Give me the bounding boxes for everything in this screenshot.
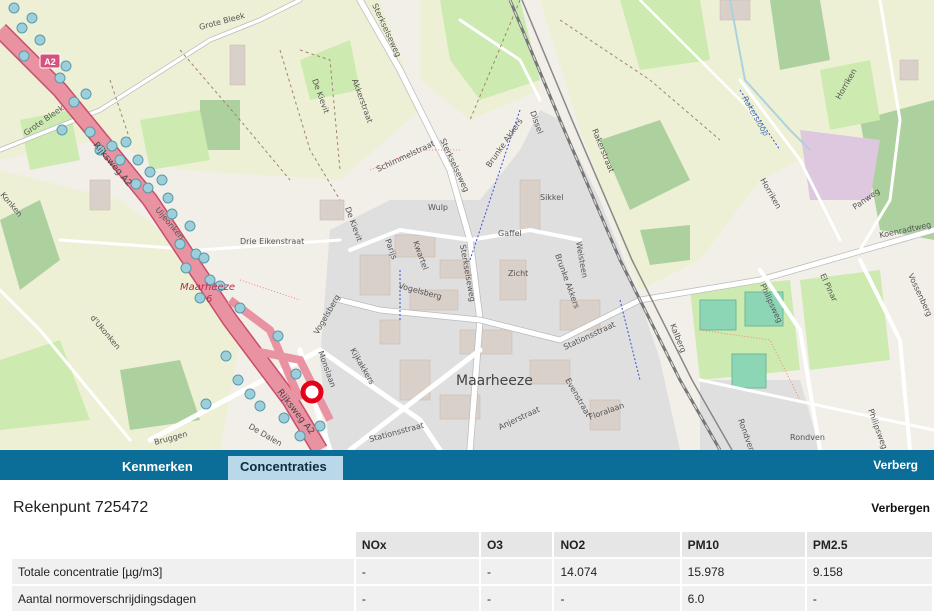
table-cell: - bbox=[480, 559, 553, 584]
row-label: Aantal normoverschrijdingsdagen bbox=[12, 586, 354, 611]
table-cell: - bbox=[480, 586, 553, 611]
table-cell: 15.978 bbox=[681, 559, 805, 584]
receptor-point[interactable] bbox=[144, 166, 156, 178]
hide-panel-toggle[interactable]: Verberg bbox=[873, 458, 918, 472]
receptor-point[interactable] bbox=[18, 50, 30, 62]
column-header bbox=[12, 532, 354, 557]
sports-field bbox=[800, 270, 890, 370]
receptor-point[interactable] bbox=[26, 12, 38, 24]
road-label: Zicht bbox=[508, 269, 528, 278]
table-cell: 9.158 bbox=[806, 559, 932, 584]
receptor-point[interactable] bbox=[184, 220, 196, 232]
column-header: O3 bbox=[480, 532, 553, 557]
table-cell: - bbox=[554, 586, 680, 611]
receptor-point[interactable] bbox=[120, 136, 132, 148]
receptor-point[interactable] bbox=[254, 400, 266, 412]
receptor-point[interactable] bbox=[68, 96, 80, 108]
road-label: Drie Eikenstraat bbox=[240, 237, 304, 246]
exit-number: 6 bbox=[206, 294, 212, 305]
receptor-point[interactable] bbox=[56, 124, 68, 136]
receptor-point[interactable] bbox=[54, 72, 66, 84]
receptor-point[interactable] bbox=[200, 398, 212, 410]
column-header: PM10 bbox=[681, 532, 805, 557]
pitch bbox=[731, 353, 767, 389]
meadow-area bbox=[140, 110, 210, 170]
selected-point-marker[interactable] bbox=[300, 380, 324, 404]
receptor-point[interactable] bbox=[132, 154, 144, 166]
pitch bbox=[699, 299, 737, 331]
receptor-point[interactable] bbox=[314, 420, 326, 432]
receptor-point[interactable] bbox=[8, 2, 20, 14]
town-label: Maarheeze bbox=[456, 373, 533, 389]
table-cell: - bbox=[806, 586, 932, 611]
concentration-table: NOx O3 NO2 PM10 PM2.5 Totale concentrati… bbox=[10, 530, 934, 613]
column-header: NO2 bbox=[554, 532, 680, 557]
receptor-point[interactable] bbox=[194, 292, 206, 304]
receptor-point[interactable] bbox=[84, 126, 96, 138]
row-label: Totale concentratie [µg/m3] bbox=[12, 559, 354, 584]
tab-concentraties[interactable]: Concentraties bbox=[228, 456, 343, 480]
hide-details-link[interactable]: Verbergen bbox=[871, 501, 930, 515]
table-row: Aantal normoverschrijdingsdagen - - - 6.… bbox=[12, 586, 932, 611]
receptor-point[interactable] bbox=[198, 252, 210, 264]
receptor-point[interactable] bbox=[34, 34, 46, 46]
road-label: Sikkel bbox=[540, 193, 563, 202]
receptor-point[interactable] bbox=[106, 140, 118, 152]
receptor-point[interactable] bbox=[234, 302, 246, 314]
table-header-row: NOx O3 NO2 PM10 PM2.5 bbox=[12, 532, 932, 557]
receptor-point[interactable] bbox=[278, 412, 290, 424]
receptor-point[interactable] bbox=[232, 374, 244, 386]
column-header: PM2.5 bbox=[806, 532, 932, 557]
road-label: Rondven bbox=[790, 433, 825, 442]
exit-label: Maarheeze bbox=[180, 282, 235, 293]
receptor-point[interactable] bbox=[220, 350, 232, 362]
receptor-point[interactable] bbox=[80, 88, 92, 100]
receptor-point[interactable] bbox=[290, 368, 302, 380]
map-view[interactable]: A2 Grote Bleek Grote Bleek Rijksweg A2 R… bbox=[0, 0, 934, 450]
receptor-point[interactable] bbox=[156, 174, 168, 186]
table-cell: - bbox=[355, 559, 479, 584]
receptor-point[interactable] bbox=[142, 182, 154, 194]
road-label: Wulp bbox=[428, 203, 448, 212]
receptor-point[interactable] bbox=[60, 60, 72, 72]
forest-area bbox=[770, 0, 830, 70]
panel-tab-bar: Kenmerken Concentraties bbox=[0, 450, 934, 480]
details-panel: Rekenpunt 725472 Verbergen NOx O3 NO2 PM… bbox=[0, 480, 934, 611]
road-label: Gaffel bbox=[498, 229, 522, 238]
receptor-point[interactable] bbox=[272, 330, 284, 342]
table-cell: - bbox=[355, 586, 479, 611]
receptor-point[interactable] bbox=[16, 22, 28, 34]
table-cell: 6.0 bbox=[681, 586, 805, 611]
receptor-point[interactable] bbox=[162, 192, 174, 204]
tab-kenmerken[interactable]: Kenmerken bbox=[110, 456, 205, 480]
receptor-point[interactable] bbox=[180, 262, 192, 274]
a2-shield-label: A2 bbox=[44, 57, 56, 67]
panel-title: Rekenpunt 725472 bbox=[13, 499, 149, 516]
industrial-area bbox=[800, 130, 880, 200]
table-cell: 14.074 bbox=[554, 559, 680, 584]
column-header: NOx bbox=[355, 532, 479, 557]
table-row: Totale concentratie [µg/m3] - - 14.074 1… bbox=[12, 559, 932, 584]
receptor-point[interactable] bbox=[244, 388, 256, 400]
receptor-point[interactable] bbox=[294, 430, 306, 442]
